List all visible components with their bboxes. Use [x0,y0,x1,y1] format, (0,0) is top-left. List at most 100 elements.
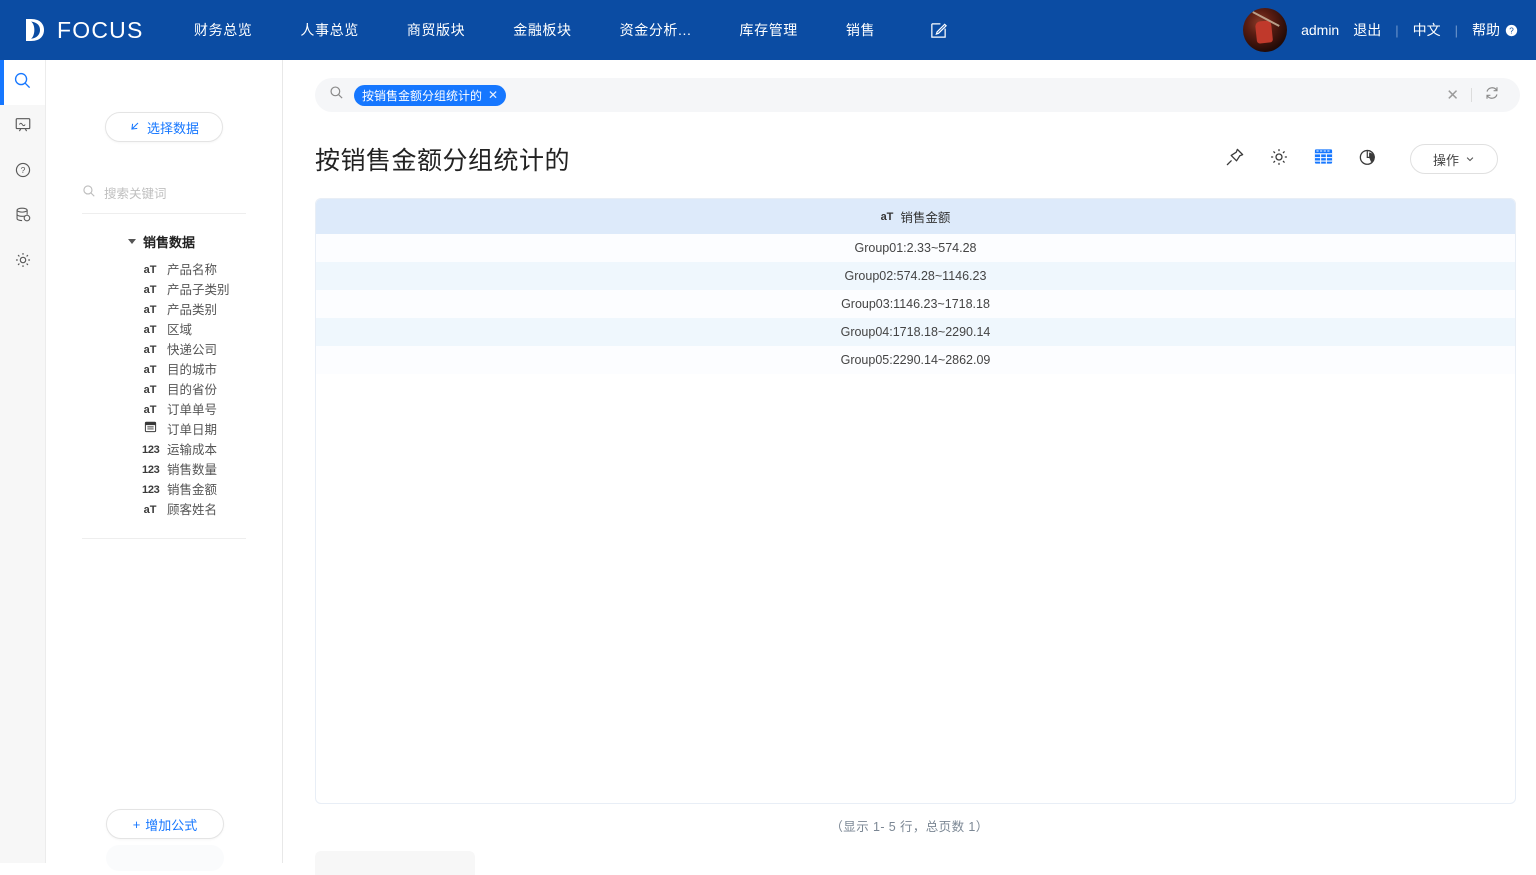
operation-dropdown-button[interactable]: 操作 [1410,144,1498,174]
field-item[interactable]: aT 目的城市 [130,360,282,380]
avatar[interactable] [1243,8,1287,52]
cell-value: Group05:2290.14~2862.09 [841,353,991,367]
refresh-icon [1484,85,1500,106]
number-type-icon: 123 [142,480,158,500]
field-label: 目的城市 [167,360,217,380]
number-type-icon: 123 [142,460,158,480]
search-input[interactable] [104,187,234,201]
field-item[interactable]: aT 区域 [130,320,282,340]
help-button[interactable]: 帮助 ? [1472,20,1518,40]
field-item[interactable]: 123 销售数量 [130,460,282,480]
field-item[interactable]: aT 产品类别 [130,300,282,320]
column-header-label: 销售金额 [900,207,950,226]
text-type-icon: aT [142,300,158,320]
field-item[interactable]: 123 运输成本 [130,440,282,460]
text-type-icon: aT [142,360,158,380]
nav-item-trade[interactable]: 商贸版块 [395,20,477,40]
field-label: 订单日期 [167,420,217,440]
select-data-button[interactable]: 选择数据 [105,112,223,142]
nav-item-funds[interactable]: 资金分析... [608,20,704,40]
question-circle-icon: ? [14,161,32,184]
field-item[interactable]: 订单日期 [130,420,282,440]
rail-item-database[interactable] [0,195,45,240]
text-type-icon: aT [142,320,158,340]
text-type-icon: aT [142,500,158,520]
nav-item-inventory[interactable]: 库存管理 [728,20,810,40]
brand-logo[interactable]: FOCUS [22,17,142,44]
svg-text:?: ? [20,165,25,175]
pie-icon [1358,147,1378,172]
field-item[interactable]: 123 销售金额 [130,480,282,500]
search-bar-actions: ✕ [1434,85,1512,106]
edit-square-icon[interactable] [929,21,948,40]
close-icon[interactable]: ✕ [488,88,498,102]
gear-icon [14,251,32,274]
text-type-icon: aT [142,260,158,280]
rail-item-board[interactable] [0,105,45,150]
field-item[interactable]: aT 顾客姓名 [130,500,282,520]
question-circle-icon: ? [1505,24,1518,37]
text-type-icon: aT [142,280,158,300]
field-label: 产品子类别 [167,280,230,300]
field-item[interactable]: aT 目的省份 [130,380,282,400]
cell-value: Group02:574.28~1146.23 [845,269,987,283]
field-label: 产品名称 [167,260,217,280]
field-item[interactable]: aT 快递公司 [130,340,282,360]
username-label: admin [1301,22,1339,38]
tree-root-label: 销售数据 [143,232,195,251]
number-type-icon: 123 [142,440,158,460]
rail-item-search[interactable] [0,60,45,105]
field-label: 订单单号 [167,400,217,420]
field-label: 区域 [167,320,192,340]
clear-search-button[interactable]: ✕ [1434,88,1471,103]
pin-icon [1225,147,1245,172]
nav-item-finance[interactable]: 财务总览 [182,20,264,40]
logout-button[interactable]: 退出 [1353,20,1381,40]
nav-item-financial[interactable]: 金融板块 [501,20,583,40]
table-row[interactable]: Group01:2.33~574.28 [316,234,1515,262]
refresh-button[interactable] [1472,85,1512,106]
nav-item-hr[interactable]: 人事总览 [288,20,370,40]
query-chip[interactable]: 按销售金额分组统计的 ✕ [354,85,506,106]
text-type-icon: aT [142,380,158,400]
field-item[interactable]: aT 产品子类别 [130,280,282,300]
query-search-bar[interactable]: 按销售金额分组统计的 ✕ ✕ [315,78,1520,112]
chart-view-button[interactable] [1358,147,1378,172]
table-row[interactable]: Group03:1146.23~1718.18 [316,290,1515,318]
pin-button[interactable] [1225,147,1245,172]
query-chip-label: 按销售金额分组统计的 [362,87,482,104]
table-row[interactable]: Group04:1718.18~2290.14 [316,318,1515,346]
text-type-icon: aT [881,211,894,223]
search-icon [13,71,32,95]
rail-item-settings[interactable] [0,240,45,285]
field-item[interactable]: aT 订单单号 [130,400,282,420]
cell-value: Group04:1718.18~2290.14 [841,325,991,339]
add-formula-button[interactable]: + 增加公式 [106,809,224,839]
top-navigation-bar: FOCUS 财务总览 人事总览 商贸版块 金融板块 资金分析... 库存管理 销… [0,0,1536,60]
field-search-box[interactable] [82,184,246,214]
add-formula-label: 增加公式 [145,815,197,834]
table-view-button[interactable] [1313,146,1334,172]
gear-icon [1269,147,1289,172]
tree-root-sales-data[interactable]: 销售数据 [128,232,282,251]
select-data-label: 选择数据 [147,118,199,137]
table-row[interactable]: Group05:2290.14~2862.09 [316,346,1515,374]
settings-button[interactable] [1269,147,1289,172]
panel-overflow-placeholder [106,845,224,871]
text-type-icon: aT [142,400,158,420]
page-title: 按销售金额分组统计的 [315,141,570,177]
brand-name: FOCUS [57,17,144,44]
help-label: 帮助 [1472,20,1500,40]
field-label: 销售数量 [167,460,217,480]
rail-item-help[interactable]: ? [0,150,45,195]
field-item[interactable]: aT 产品名称 [130,260,282,280]
content-overflow-placeholder [315,851,475,875]
cell-value: Group01:2.33~574.28 [855,241,977,255]
table-row[interactable]: Group02:574.28~1146.23 [316,262,1515,290]
text-type-icon: aT [142,340,158,360]
left-icon-rail: ? [0,60,46,863]
language-switch[interactable]: 中文 [1413,20,1441,40]
nav-item-sales[interactable]: 销售 [834,20,887,40]
pagination-info: （显示 1- 5 行，总页数 1） [283,816,1536,835]
chevron-down-icon [1465,152,1475,167]
